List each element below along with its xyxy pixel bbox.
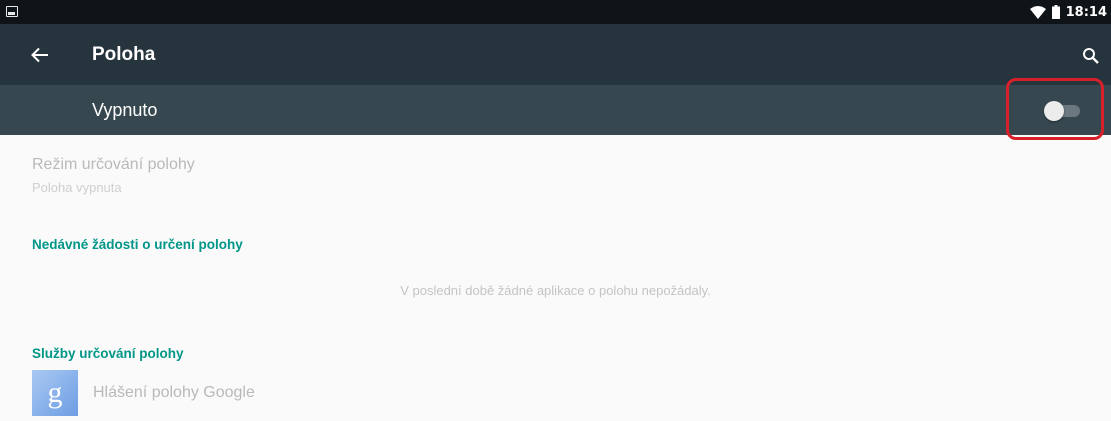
status-bar: 18:14 [0, 0, 1111, 24]
image-notification-icon [6, 6, 18, 17]
status-icons: 18:14 [1029, 0, 1107, 24]
highlight-annotation [1006, 78, 1104, 140]
page-title: Poloha [92, 44, 156, 65]
location-services-header: Služby určování polohy [32, 346, 184, 361]
location-master-switch-bar[interactable]: Vypnuto [0, 85, 1111, 135]
wifi-icon [1029, 5, 1046, 19]
toolbar: Poloha [0, 24, 1111, 85]
service-label: Hlášení polohy Google [93, 384, 255, 401]
recent-requests-empty-text: V poslední době žádné aplikace o polohu … [400, 283, 711, 298]
clock: 18:14 [1065, 4, 1107, 20]
arrow-back-icon [31, 47, 48, 63]
recent-requests-header: Nedávné žádosti o určení polohy [32, 237, 243, 252]
back-button[interactable] [26, 41, 54, 69]
battery-icon [1051, 5, 1060, 19]
search-button[interactable] [1079, 44, 1103, 68]
master-switch-label: Vypnuto [92, 100, 158, 120]
location-mode-title: Režim určování polohy [32, 156, 195, 173]
search-icon [1083, 48, 1099, 64]
list-item-google-location-reporting[interactable]: g Hlášení polohy Google [32, 370, 632, 418]
google-g-icon: g [32, 370, 78, 416]
location-mode-summary: Poloha vypnuta [32, 180, 122, 195]
location-mode-item[interactable]: Režim určování polohy Poloha vypnuta [32, 150, 1082, 206]
